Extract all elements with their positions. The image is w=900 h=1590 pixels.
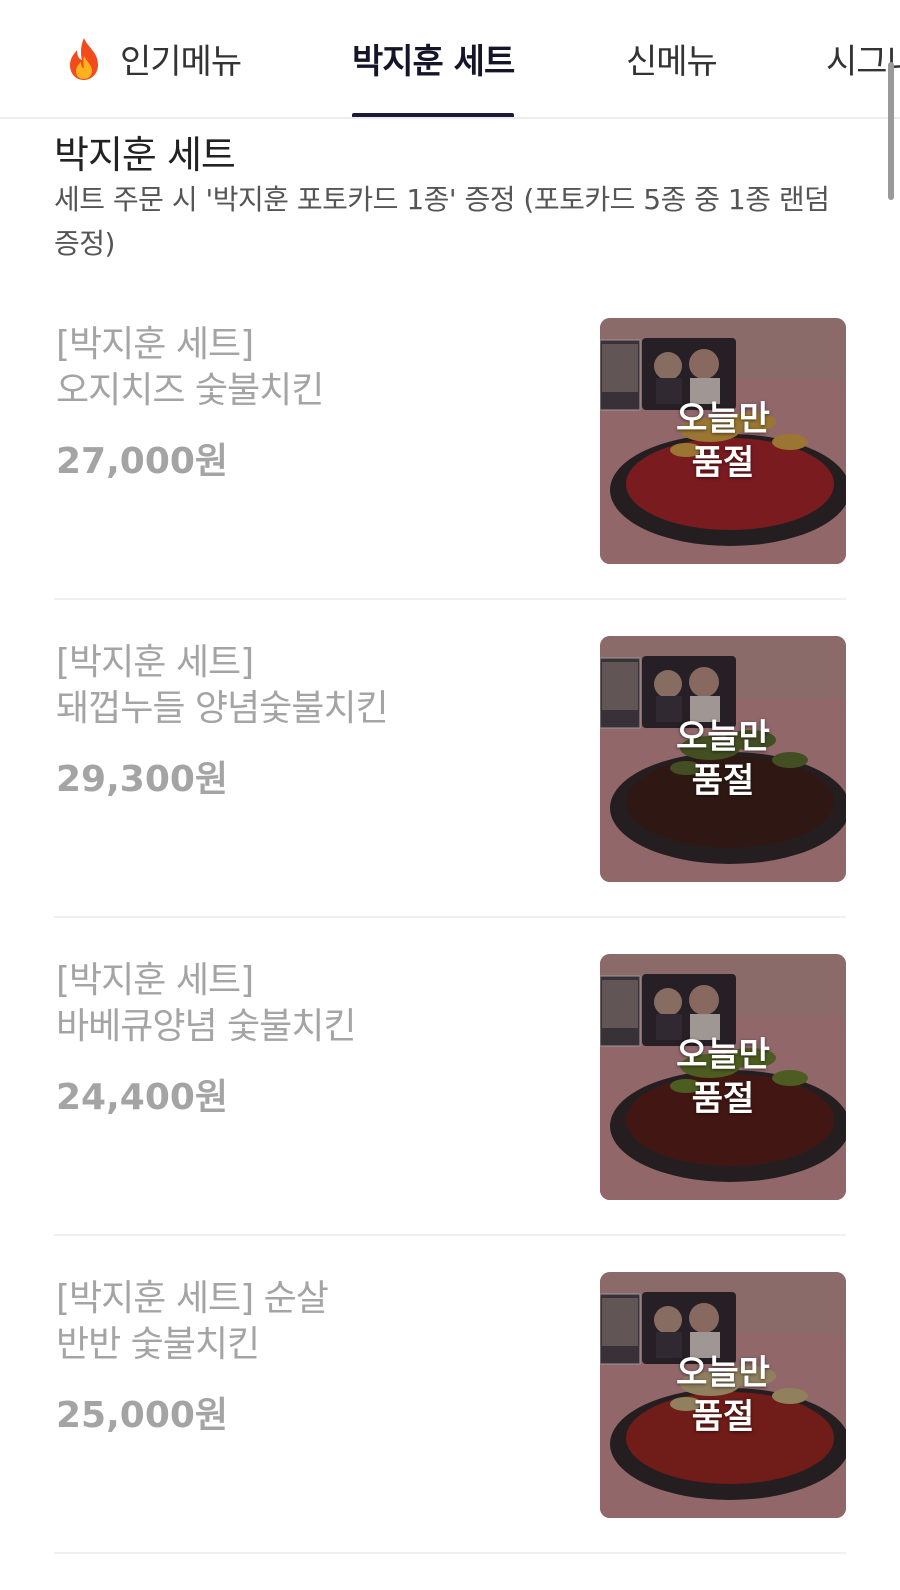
menu-item-name: [박지훈 세트] 오지치즈 숯불치킨 (56, 324, 324, 411)
menu-item[interactable]: [박지훈 세트] 순살 반반 숯불치킨 25,000원 오늘만 품절 (54, 1272, 846, 1590)
scroll-indicator[interactable] (888, 62, 894, 200)
item-divider (54, 1234, 846, 1236)
menu-item[interactable]: [박지훈 세트] 바베큐양념 숯불치킨 24,400원 오늘만 품절 (54, 954, 846, 1272)
section-title: 박지훈 세트 (54, 133, 236, 177)
menu-item-thumbnail[interactable]: 오늘만 품절 (600, 636, 846, 882)
sold-out-badge: 오늘만 품절 (676, 717, 770, 801)
sold-out-badge: 오늘만 품절 (676, 399, 770, 483)
menu-item-price: 25,000원 (56, 1395, 229, 1436)
menu-item[interactable]: [박지훈 세트] 오지치즈 숯불치킨 27,000원 오늘만 품절 (54, 318, 846, 636)
item-divider (54, 598, 846, 600)
menu-item-name: [박지훈 세트] 순살 반반 숯불치킨 (56, 1278, 329, 1365)
tab-new-menu[interactable]: 신메뉴 (626, 0, 718, 117)
menu-item-price: 27,000원 (56, 441, 229, 482)
category-tab-bar: 인기메뉴 박지훈 세트 신메뉴 시그니 (0, 0, 900, 119)
tab-new-menu-label: 신메뉴 (626, 42, 718, 82)
menu-item-thumbnail[interactable]: 오늘만 품절 (600, 1272, 846, 1518)
tab-parkjihoon-set[interactable]: 박지훈 세트 (352, 0, 515, 117)
tab-popular-menu[interactable]: 인기메뉴 (64, 0, 242, 117)
sold-out-badge: 오늘만 품절 (676, 1353, 770, 1437)
tab-parkjihoon-set-label: 박지훈 세트 (352, 42, 515, 82)
menu-item-price: 24,400원 (56, 1077, 229, 1118)
item-divider (54, 1552, 846, 1554)
sold-out-badge: 오늘만 품절 (676, 1035, 770, 1119)
menu-item[interactable]: [박지훈 세트] 돼껍누들 양념숯불치킨 29,300원 오늘만 품절 (54, 636, 846, 954)
item-divider (54, 916, 846, 918)
tab-popular-menu-label: 인기메뉴 (120, 42, 242, 82)
menu-item-thumbnail[interactable]: 오늘만 품절 (600, 954, 846, 1200)
menu-item-price: 29,300원 (56, 759, 229, 800)
menu-item-thumbnail[interactable]: 오늘만 품절 (600, 318, 846, 564)
fire-icon (70, 37, 98, 80)
section-description: 세트 주문 시 '박지훈 포토카드 1종' 증정 (포토카드 5종 중 1종 랜… (54, 183, 830, 260)
menu-item-name: [박지훈 세트] 돼껍누들 양념숯불치킨 (56, 642, 389, 729)
menu-item-name: [박지훈 세트] 바베큐양념 숯불치킨 (56, 960, 357, 1047)
